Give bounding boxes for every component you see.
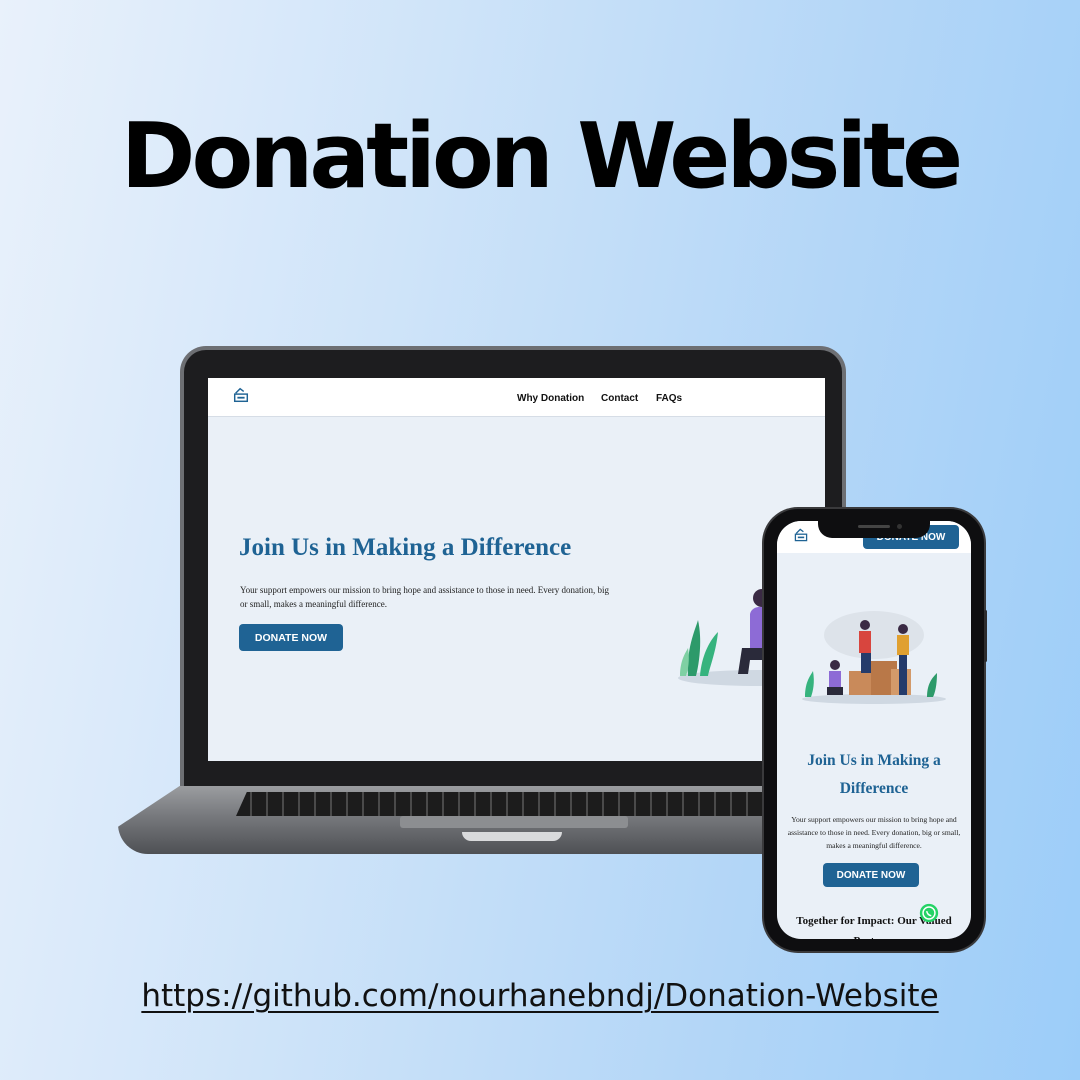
whatsapp-icon[interactable] xyxy=(918,902,940,924)
phone-side-button xyxy=(984,610,987,662)
mobile-site-screen: DONATE NOW Join Us in Making a Differenc… xyxy=(777,521,971,939)
mobile-hero-description: Your support empowers our mission to bri… xyxy=(787,815,961,850)
phone-camera xyxy=(897,524,902,529)
mobile-donate-now-button[interactable]: DONATE NOW xyxy=(823,863,919,887)
donation-box-icon[interactable] xyxy=(232,386,250,404)
laptop-trackpad xyxy=(400,816,628,828)
phone-speaker xyxy=(858,525,890,528)
github-repo-link[interactable]: https://github.com/nourhanebndj/Donation… xyxy=(0,978,1080,1014)
donate-now-button[interactable]: DONATE NOW xyxy=(239,624,343,651)
nav-link-contact[interactable]: Contact xyxy=(601,393,638,404)
mobile-hero-title: Join Us in Making a Difference xyxy=(807,752,941,797)
poster-title: Donation Website xyxy=(120,104,963,209)
donation-box-icon[interactable] xyxy=(793,527,809,543)
hero-description: Your support empowers our mission to bri… xyxy=(240,585,610,609)
hero-title: Join Us in Making a Difference xyxy=(239,534,572,561)
laptop-keyboard xyxy=(236,792,776,816)
nav-link-faqs[interactable]: FAQs xyxy=(656,393,682,404)
desktop-navbar: Why Donation Contact FAQs xyxy=(208,378,825,417)
nav-link-why-donation[interactable]: Why Donation xyxy=(517,393,584,404)
desktop-site-screen: Why Donation Contact FAQs Join Us in Mak… xyxy=(208,378,825,761)
laptop-lid-notch xyxy=(462,832,562,841)
volunteers-boxes-illustration xyxy=(802,611,946,704)
phone-notch xyxy=(818,518,930,538)
